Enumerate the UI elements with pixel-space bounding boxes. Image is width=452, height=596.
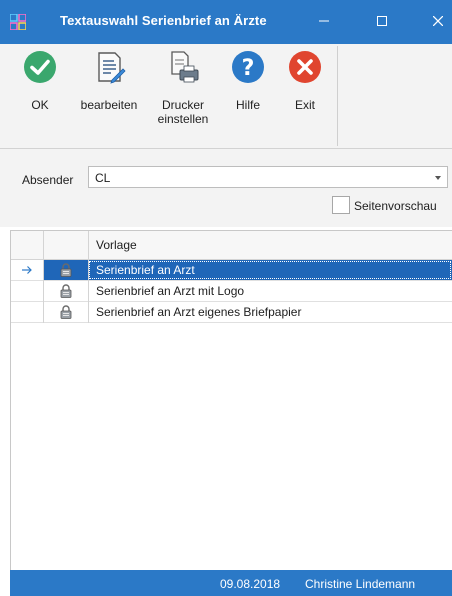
filter-panel: Absender CL Seitenvorschau (0, 149, 452, 227)
lock-icon (44, 281, 88, 301)
help-button[interactable]: ? Hilfe (226, 50, 270, 146)
table-row[interactable]: Serienbrief an Arzt eigenes Briefpapier (11, 302, 452, 323)
template-grid: Vorlage Serienbrief an Arzt Serienbrief … (10, 230, 452, 570)
printer-settings-icon (171, 51, 199, 83)
close-circle-icon (289, 51, 321, 83)
printer-label-line1: Drucker (161, 98, 204, 112)
status-user: Christine Lindemann (305, 577, 416, 591)
minimize-icon (319, 20, 329, 22)
printer-label-line2: einstellen (157, 112, 209, 126)
edit-label: bearbeiten (80, 98, 138, 112)
help-label: Hilfe (235, 98, 260, 112)
printer-settings-button[interactable]: Drucker einstellen (150, 50, 216, 146)
row-label: Serienbrief an Arzt mit Logo (96, 284, 245, 298)
status-bar: 09.08.2018 Christine Lindemann (10, 570, 452, 596)
absender-dropdown[interactable]: CL (88, 166, 448, 188)
exit-button[interactable]: Exit (282, 50, 328, 146)
table-row[interactable]: Serienbrief an Arzt mit Logo (11, 281, 452, 302)
ribbon-toolbar: OK bearbeiten Drucker einstellen ? Hilfe… (0, 44, 452, 149)
preview-checkbox[interactable] (332, 196, 350, 214)
app-grid-icon (9, 13, 27, 31)
title-bar: Textauswahl Serienbrief an Ärzte (0, 0, 452, 44)
document-edit-icon (98, 52, 126, 84)
printer-settings-label: Drucker einstellen (150, 98, 216, 126)
grid-header: Vorlage (11, 231, 452, 260)
svg-text:?: ? (242, 56, 255, 81)
close-button[interactable] (420, 6, 452, 36)
ribbon-separator (337, 46, 338, 146)
absender-value: CL (95, 171, 111, 185)
check-circle-icon (24, 51, 56, 83)
maximize-button[interactable] (364, 6, 400, 36)
chevron-down-icon (435, 176, 441, 180)
row-label: Serienbrief an Arzt (96, 263, 195, 277)
lock-icon (44, 260, 88, 280)
minimize-button[interactable] (306, 6, 342, 36)
column-header-vorlage[interactable]: Vorlage (96, 238, 137, 252)
maximize-icon (377, 16, 387, 26)
preview-label: Seitenvorschau (354, 199, 437, 213)
table-row[interactable]: Serienbrief an Arzt (11, 260, 452, 281)
question-circle-icon: ? (232, 51, 264, 83)
edit-button[interactable]: bearbeiten (74, 50, 144, 146)
status-date: 09.08.2018 (220, 577, 281, 591)
row-indicator-arrow-icon (11, 260, 43, 280)
grid-column-separator (88, 231, 89, 323)
row-label: Serienbrief an Arzt eigenes Briefpapier (96, 305, 302, 319)
window-title: Textauswahl Serienbrief an Ärzte (60, 13, 267, 28)
exit-label: Exit (294, 98, 315, 112)
close-icon (433, 16, 443, 26)
lock-icon (44, 302, 88, 322)
ok-label: OK (31, 98, 49, 112)
absender-label: Absender (22, 173, 74, 187)
grid-column-separator (43, 231, 44, 323)
ok-button[interactable]: OK (18, 50, 62, 146)
